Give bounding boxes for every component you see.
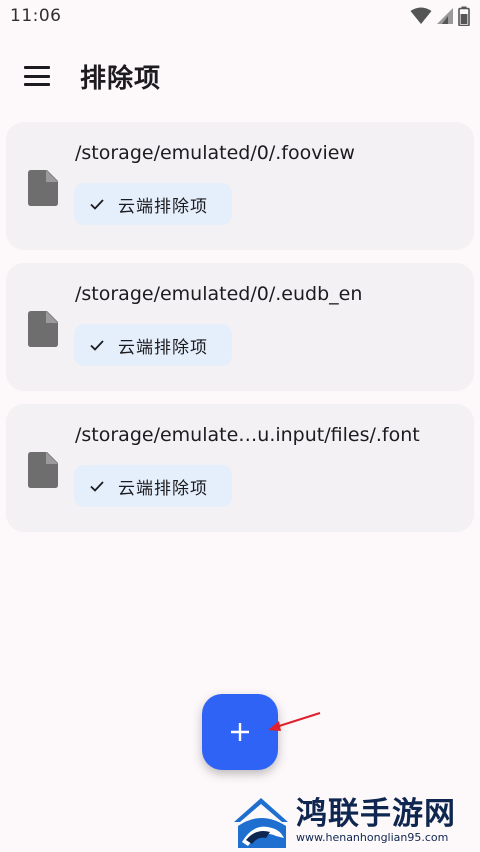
page-title: 排除项 <box>80 63 162 94</box>
list-item[interactable]: /storage/emulated/0/.fooview 云端排除项 <box>6 122 474 250</box>
exclusion-list: /storage/emulated/0/.fooview 云端排除项 /stor… <box>6 122 474 545</box>
file-icon <box>28 170 58 206</box>
check-icon <box>90 481 104 492</box>
chip-label: 云端排除项 <box>118 337 208 358</box>
wifi-icon <box>410 7 432 24</box>
file-icon <box>28 452 58 488</box>
menu-button[interactable] <box>0 44 74 108</box>
top-app-bar: 排除项 <box>0 44 480 108</box>
list-item[interactable]: /storage/emulate…u.input/files/.font 云端排… <box>6 404 474 532</box>
check-icon <box>90 340 104 351</box>
watermark: 鸿联手游网 www.henanhonglian95.com <box>232 790 480 852</box>
hamburger-menu-icon <box>24 66 50 86</box>
cloud-exclusion-chip[interactable]: 云端排除项 <box>74 324 232 366</box>
annotation-arrow-icon <box>268 712 321 731</box>
status-bar: 11:06 <box>0 0 480 32</box>
list-item[interactable]: /storage/emulated/0/.eudb_en 云端排除项 <box>6 263 474 391</box>
item-path: /storage/emulate…u.input/files/.font <box>75 424 420 446</box>
item-path: /storage/emulated/0/.fooview <box>75 142 355 164</box>
status-icons <box>410 6 470 26</box>
watermark-name: 鸿联手游网 <box>296 796 456 832</box>
chip-label: 云端排除项 <box>118 478 208 499</box>
plus-icon <box>231 723 249 741</box>
check-icon <box>90 199 104 210</box>
item-path: /storage/emulated/0/.eudb_en <box>75 283 363 305</box>
watermark-url: www.henanhonglian95.com <box>296 831 449 844</box>
cellular-signal-icon <box>437 8 453 24</box>
battery-icon <box>458 6 470 26</box>
cloud-exclusion-chip[interactable]: 云端排除项 <box>74 465 232 507</box>
cloud-exclusion-chip[interactable]: 云端排除项 <box>74 183 232 225</box>
status-time: 11:06 <box>10 6 62 26</box>
file-icon <box>28 311 58 347</box>
chip-label: 云端排除项 <box>118 196 208 217</box>
site-logo-icon <box>234 798 288 848</box>
